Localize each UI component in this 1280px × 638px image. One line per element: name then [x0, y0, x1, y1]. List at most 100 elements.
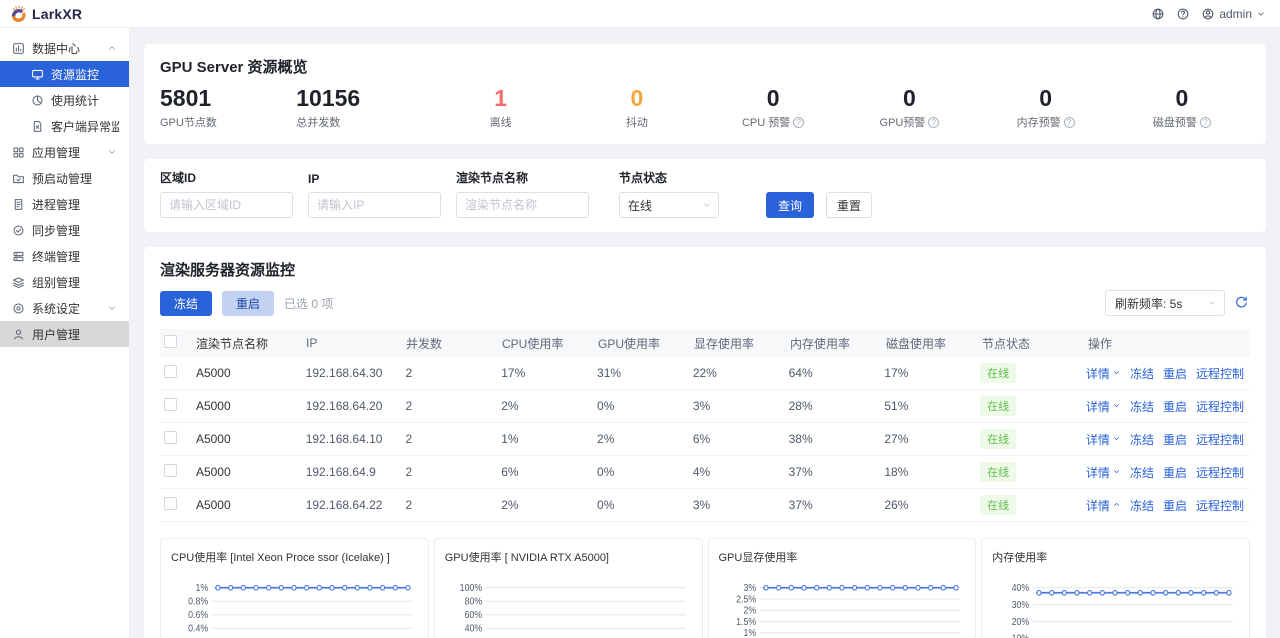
table-body: A5000 192.168.64.30 2 17% 31% 22% 64% 17% 在线 详情 冻结…	[160, 357, 1250, 523]
node-mem: 64%	[788, 366, 813, 381]
stat-value: 0	[766, 85, 780, 111]
svg-text:1%: 1%	[743, 628, 756, 638]
stat-label: CPU 预警?	[705, 114, 841, 130]
help-icon[interactable]: ?	[928, 116, 940, 128]
sidebar-item-terminal-management[interactable]: 终端管理	[0, 243, 129, 269]
freeze-button[interactable]: 冻结	[160, 290, 213, 316]
help-icon[interactable]: ?	[1063, 116, 1075, 128]
stat-label: GPU节点数	[160, 117, 217, 130]
sidebar-item-label: 组别管理	[32, 275, 81, 290]
freeze-link[interactable]: 冻结	[1130, 464, 1154, 481]
row-checkbox[interactable]	[164, 431, 177, 445]
sidebar-item-sync-management[interactable]: 同步管理	[0, 217, 129, 243]
chevron-down-icon	[1112, 366, 1121, 380]
svg-text:40%: 40%	[1012, 583, 1030, 594]
node-mem: 28%	[788, 399, 813, 414]
node-cpu: 2%	[501, 399, 519, 414]
stat-2: 1 离线	[433, 85, 569, 130]
user-icon	[12, 328, 25, 341]
row-checkbox[interactable]	[164, 398, 177, 412]
help-icon[interactable]: ?	[793, 116, 805, 128]
detail-link[interactable]: 详情	[1086, 365, 1121, 382]
node-ip: 192.168.64.10	[305, 432, 383, 447]
node-name: A5000	[195, 498, 231, 513]
freeze-link[interactable]: 冻结	[1130, 398, 1154, 415]
row-checkbox[interactable]	[164, 497, 177, 511]
node-gpu: 2%	[597, 432, 615, 447]
remote-control-link[interactable]: 远程控制	[1196, 398, 1244, 415]
refresh-icon[interactable]	[1234, 295, 1250, 311]
file-x-icon	[31, 120, 44, 133]
user-circle-icon	[1200, 6, 1215, 21]
freeze-link[interactable]: 冻结	[1130, 431, 1154, 448]
sidebar-item-label: 客户端异常监控	[51, 119, 119, 134]
search-button[interactable]: 查询	[766, 192, 815, 219]
sidebar-item-label: 使用统计	[51, 93, 100, 108]
region-id-label: 区域ID	[160, 171, 197, 186]
row-checkbox[interactable]	[164, 365, 177, 379]
sidebar-item-client-exception[interactable]: 客户端异常监控	[0, 113, 129, 139]
globe-icon[interactable]	[1150, 6, 1165, 21]
node-cpu: 17%	[501, 366, 526, 381]
freeze-link[interactable]: 冻结	[1130, 497, 1154, 514]
restart-link[interactable]: 重启	[1163, 431, 1187, 448]
restart-button[interactable]: 重启	[222, 290, 275, 316]
sidebar-item-app-management[interactable]: 应用管理	[0, 139, 129, 165]
freeze-link[interactable]: 冻结	[1130, 365, 1154, 382]
svg-text:2%: 2%	[743, 606, 756, 617]
refresh-rate-select[interactable]: 刷新频率: 5s	[1105, 290, 1225, 317]
logo-text: LarkXR	[32, 5, 83, 22]
status-badge: 在线	[980, 495, 1017, 516]
svg-text:80%: 80%	[464, 597, 482, 608]
detail-link[interactable]: 详情	[1086, 431, 1121, 448]
detail-link[interactable]: 详情	[1086, 464, 1121, 481]
sidebar-item-process-management[interactable]: 进程管理	[0, 191, 129, 217]
chart-title: CPU使用率 [Intel Xeon Proce ssor (Icelake) …	[171, 552, 390, 565]
sidebar-item-system-settings[interactable]: 系统设定	[0, 295, 129, 321]
reset-button[interactable]: 重置	[826, 192, 873, 219]
check-circle-icon	[12, 224, 25, 237]
restart-link[interactable]: 重启	[1163, 398, 1187, 415]
sidebar-item-usage-stats[interactable]: 使用统计	[0, 87, 129, 113]
node-disk: 17%	[884, 366, 909, 381]
column-header: 渲染节点名称	[196, 336, 269, 351]
remote-control-link[interactable]: 远程控制	[1196, 497, 1244, 514]
node-name-input[interactable]	[456, 192, 589, 219]
row-checkbox[interactable]	[164, 464, 177, 478]
chart-card-3: 内存使用率40%30%20%10%0%18:12:4318:12:5918:13…	[981, 538, 1250, 638]
ip-input[interactable]	[308, 192, 441, 219]
node-concurrent: 2	[405, 465, 413, 480]
column-header: 磁盘使用率	[886, 336, 947, 351]
sidebar-item-resource-monitor[interactable]: 资源监控	[0, 61, 129, 87]
sidebar-item-group-management[interactable]: 组别管理	[0, 269, 129, 295]
restart-link[interactable]: 重启	[1163, 497, 1187, 514]
svg-text:100%: 100%	[459, 583, 482, 594]
svg-text:20%: 20%	[1012, 617, 1030, 628]
stat-6: 0 内存预警?	[978, 85, 1114, 130]
detail-link[interactable]: 详情	[1086, 497, 1121, 514]
stat-label: 内存预警?	[978, 114, 1114, 130]
sidebar-item-user-management[interactable]: 用户管理	[0, 321, 129, 347]
user-menu[interactable]: admin	[1200, 6, 1266, 21]
remote-control-link[interactable]: 远程控制	[1196, 431, 1244, 448]
table-header-row: 渲染节点名称 IP 并发数 CPU使用率 GPU使用率 显存使用率 内存使用率 磁盘使用率 节点…	[160, 329, 1250, 358]
sidebar-item-prelaunch-management[interactable]: 预启动管理	[0, 165, 129, 191]
select-all-checkbox[interactable]	[164, 335, 177, 349]
sidebar-item-label: 数据中心	[32, 41, 81, 56]
remote-control-link[interactable]: 远程控制	[1196, 365, 1244, 382]
line-chart: 1%0.8%0.6%0.4%0.2%0%18:12:3918:12:5918:1…	[188, 583, 412, 638]
sidebar-item-data-center[interactable]: 数据中心	[0, 35, 129, 61]
node-concurrent: 2	[405, 498, 413, 513]
node-status-label: 节点状态	[619, 171, 668, 186]
remote-control-link[interactable]: 远程控制	[1196, 464, 1244, 481]
help-icon[interactable]	[1175, 6, 1190, 21]
region-id-input[interactable]	[160, 192, 293, 219]
larkxr-logo-icon	[11, 4, 26, 22]
help-icon[interactable]: ?	[1199, 116, 1211, 128]
node-status-value: 在线	[628, 198, 653, 213]
detail-link[interactable]: 详情	[1086, 398, 1121, 415]
node-status-select[interactable]: 在线	[619, 192, 719, 219]
svg-text:1%: 1%	[195, 583, 208, 594]
restart-link[interactable]: 重启	[1163, 365, 1187, 382]
restart-link[interactable]: 重启	[1163, 464, 1187, 481]
